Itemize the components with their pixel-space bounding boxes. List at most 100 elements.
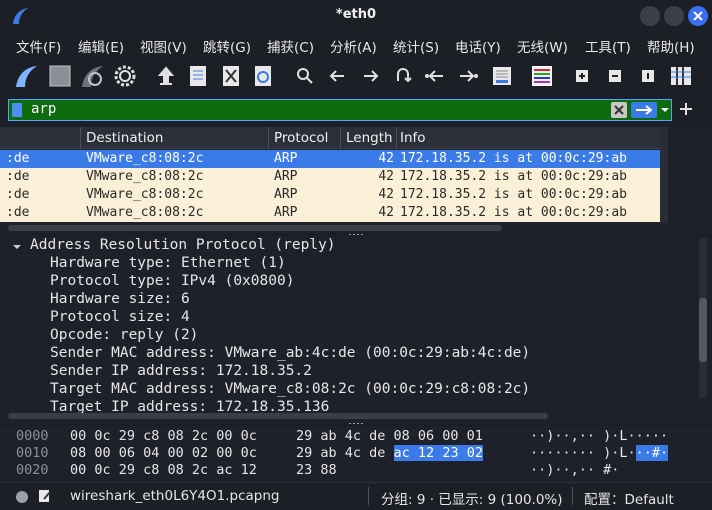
ascii-part: ········ )·L· (530, 445, 636, 461)
go-to-packet-button[interactable] (389, 62, 417, 90)
colorize-button[interactable] (528, 62, 556, 90)
clear-filter-button[interactable] (611, 102, 627, 118)
column-info[interactable]: Info (400, 130, 426, 146)
detail-field[interactable]: Protocol type: IPv4 (0x0800) (50, 273, 294, 289)
detail-field[interactable]: Sender IP address: 172.18.35.2 (50, 363, 312, 379)
hex-bytes[interactable]: 00 0c 29 c8 08 2c 00 0c (70, 428, 257, 444)
detail-field[interactable]: Target MAC address: VMware_c8:08:2c (00:… (50, 381, 530, 397)
cell-destination: VMware_c8:08:2c (86, 187, 204, 202)
go-forward-button[interactable] (356, 62, 384, 90)
menu-statistics[interactable]: 统计(S) (393, 36, 439, 56)
packet-list-horizontal-scrollbar[interactable] (8, 225, 502, 231)
hex-bytes[interactable]: 00 0c 29 c8 08 2c ac 12 (70, 462, 257, 478)
capture-status-icon[interactable] (16, 491, 28, 503)
cell-length: 42 (378, 169, 394, 184)
restart-fin-icon (82, 66, 103, 87)
ascii-bytes[interactable]: ········ )·L···#· (530, 445, 669, 461)
cell-length: 42 (378, 187, 394, 202)
hex-bytes[interactable]: 23 88 (296, 462, 337, 478)
column-separator[interactable] (268, 127, 269, 149)
close-file-button[interactable] (217, 62, 245, 90)
autoscroll-button[interactable] (488, 62, 516, 90)
cell-destination: VMware_c8:08:2c (86, 205, 204, 220)
shark-fin-icon (16, 66, 37, 87)
start-capture-button[interactable] (12, 62, 40, 90)
apply-filter-button[interactable] (631, 102, 657, 118)
column-separator[interactable] (80, 127, 81, 149)
status-separator (572, 487, 573, 505)
detail-field[interactable]: Opcode: reply (2) (50, 327, 198, 343)
zoom-in-button[interactable] (568, 62, 596, 90)
menu-analyze[interactable]: 分析(A) (330, 36, 377, 56)
detail-field[interactable]: Hardware size: 6 (50, 291, 190, 307)
detail-field[interactable]: Protocol size: 4 (50, 309, 190, 325)
gear-icon (114, 65, 136, 87)
protocol-header[interactable]: Address Resolution Protocol (reply) (30, 237, 336, 253)
packet-list-vertical-scrollbar[interactable] (660, 127, 668, 223)
restart-capture-button[interactable] (78, 62, 106, 90)
display-filter-input[interactable]: arp (8, 99, 672, 121)
menu-go[interactable]: 跳转(G) (203, 36, 251, 56)
column-length[interactable]: Length (346, 130, 393, 146)
expand-arrow-icon[interactable] (12, 242, 22, 252)
profile-indicator[interactable]: 配置：Default (584, 488, 674, 508)
menu-file[interactable]: 文件(F) (16, 36, 61, 56)
maximize-button[interactable] (664, 6, 684, 26)
filter-value: arp (31, 101, 57, 117)
edit-comment-icon[interactable] (38, 489, 52, 503)
go-back-button[interactable] (324, 62, 352, 90)
save-file-button[interactable] (184, 62, 212, 90)
menu-telephony[interactable]: 电话(Y) (455, 36, 501, 56)
open-file-button[interactable] (152, 62, 180, 90)
chevron-down-icon (661, 108, 669, 112)
packet-row[interactable]: :de VMware_c8:08:2c ARP 42 172.18.35.2 i… (0, 186, 660, 204)
column-protocol[interactable]: Protocol (274, 130, 328, 146)
capture-options-button[interactable] (111, 62, 139, 90)
filter-history-dropdown[interactable] (659, 102, 671, 118)
cell-destination: VMware_c8:08:2c (86, 169, 204, 184)
ascii-bytes[interactable]: ··)··,·· )·L····· (530, 428, 668, 444)
minimize-button[interactable] (640, 6, 660, 26)
column-destination[interactable]: Destination (86, 130, 163, 146)
details-vertical-scrollbar[interactable] (699, 238, 707, 398)
scrollbar-thumb[interactable] (699, 298, 707, 362)
detail-field[interactable]: Hardware type: Ethernet (1) (50, 255, 286, 271)
capture-file-name[interactable]: wireshark_eth0L6Y4O1.pcapng (70, 488, 280, 504)
ascii-bytes[interactable]: ··)··,·· #· (530, 462, 619, 478)
splitter-grip-icon[interactable] (347, 422, 367, 425)
go-first-packet-button[interactable] (421, 62, 449, 90)
bookmark-icon[interactable] (12, 103, 22, 117)
packet-row[interactable]: :de VMware_c8:08:2c ARP 42 172.18.35.2 i… (0, 204, 660, 222)
upload-arrow-icon (157, 66, 175, 85)
menu-view[interactable]: 视图(V) (140, 36, 187, 56)
hex-bytes[interactable]: 08 00 06 04 00 02 00 0c (70, 445, 257, 461)
close-button[interactable] (688, 6, 708, 26)
menu-edit[interactable]: 编辑(E) (78, 36, 124, 56)
hex-bytes[interactable]: 29 ab 4c de 08 06 00 01 (296, 428, 483, 444)
resize-columns-button[interactable] (667, 62, 695, 90)
details-horizontal-scrollbar[interactable] (8, 413, 548, 419)
menu-capture[interactable]: 捕获(C) (267, 36, 314, 56)
arrow-right-icon (636, 105, 653, 115)
column-separator[interactable] (340, 127, 341, 149)
go-last-packet-button[interactable] (454, 62, 482, 90)
reload-file-button[interactable] (249, 62, 277, 90)
status-bar: wireshark_eth0L6Y4O1.pcapng 分组: 9 · 已显示:… (0, 482, 712, 510)
detail-field[interactable]: Target IP address: 172.18.35.136 (50, 399, 329, 413)
detail-field[interactable]: Sender MAC address: VMware_ab:4c:de (00:… (50, 345, 530, 361)
find-packet-button[interactable] (291, 62, 319, 90)
packet-bytes-pane: 0000 00 0c 29 c8 08 2c 00 0c 29 ab 4c de… (0, 426, 712, 482)
menu-tools[interactable]: 工具(T) (585, 36, 631, 56)
close-document-icon (223, 66, 239, 86)
zoom-out-button[interactable] (601, 62, 629, 90)
hex-bytes[interactable]: 29 ab 4c de ac 12 23 02 (296, 445, 483, 461)
column-separator[interactable] (396, 127, 397, 149)
stop-capture-button[interactable] (46, 62, 74, 90)
menu-help[interactable]: 帮助(H) (647, 36, 695, 56)
packet-row[interactable]: :de VMware_c8:08:2c ARP 42 172.18.35.2 i… (0, 150, 660, 168)
normal-size-button[interactable] (634, 62, 662, 90)
packet-row[interactable]: :de VMware_c8:08:2c ARP 42 172.18.35.2 i… (0, 168, 660, 186)
reload-document-icon (255, 66, 271, 86)
add-filter-button[interactable] (678, 101, 694, 117)
menu-wireless[interactable]: 无线(W) (517, 36, 568, 56)
